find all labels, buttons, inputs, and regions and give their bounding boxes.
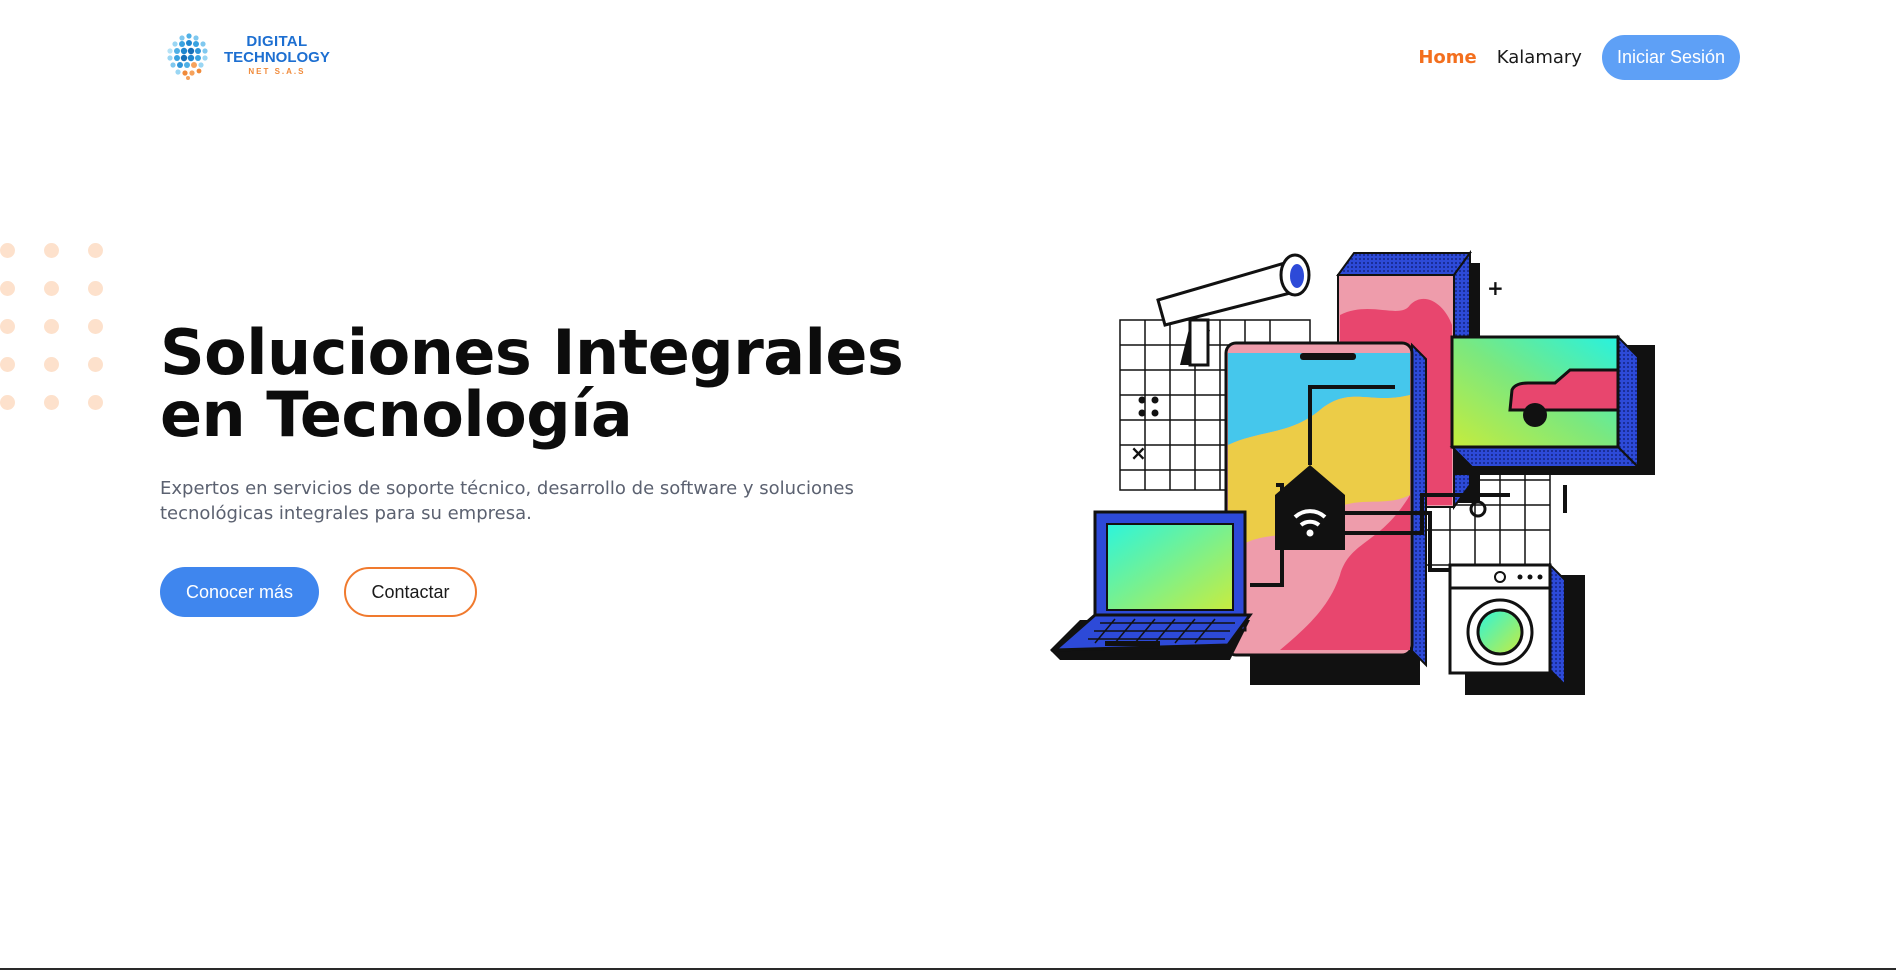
globe-dots-logo-icon bbox=[167, 33, 208, 80]
nav-link-home[interactable]: Home bbox=[1418, 47, 1476, 68]
decor-dot bbox=[88, 357, 103, 372]
site-header: DIGITAL TECHNOLOGY NET S.A.S Home Kalama… bbox=[0, 0, 1896, 116]
learn-more-button[interactable]: Conocer más bbox=[160, 567, 319, 617]
main-nav: Home Kalamary Iniciar Sesión bbox=[1418, 35, 1740, 80]
decor-dot bbox=[0, 395, 15, 410]
brand-line-3: NET S.A.S bbox=[248, 67, 306, 76]
decor-dot bbox=[44, 319, 59, 334]
hero-title: Soluciones Integrales en Tecnología bbox=[160, 316, 904, 451]
decor-dot bbox=[44, 395, 59, 410]
brand-logo[interactable]: DIGITAL TECHNOLOGY NET S.A.S bbox=[160, 28, 340, 82]
hero-subtitle: Expertos en servicios de soporte técnico… bbox=[160, 478, 854, 524]
decor-dot bbox=[0, 319, 15, 334]
decor-dot bbox=[0, 243, 15, 258]
decor-dot bbox=[88, 281, 103, 296]
brand-line-1: DIGITAL bbox=[246, 33, 308, 50]
svg-text:+: + bbox=[1487, 276, 1504, 300]
decor-dot bbox=[44, 281, 59, 296]
brand-wordmark: DIGITAL TECHNOLOGY NET S.A.S bbox=[224, 34, 330, 76]
decor-dot bbox=[44, 243, 59, 258]
decor-dot bbox=[88, 395, 103, 410]
brand-line-2: TECHNOLOGY bbox=[224, 49, 330, 66]
decorative-dot-grid bbox=[0, 243, 110, 413]
washing-machine bbox=[1448, 562, 1585, 695]
laptop bbox=[1050, 510, 1253, 660]
decor-dot bbox=[0, 281, 15, 296]
decor-dot bbox=[88, 243, 103, 258]
tech-devices-illustration: + + × bbox=[1050, 249, 1655, 695]
decor-dot bbox=[0, 357, 15, 372]
contact-button[interactable]: Contactar bbox=[344, 567, 477, 617]
svg-text:×: × bbox=[1130, 441, 1147, 465]
nav-link-kalamary[interactable]: Kalamary bbox=[1497, 47, 1582, 68]
decor-dot bbox=[44, 357, 59, 372]
login-button[interactable]: Iniciar Sesión bbox=[1601, 35, 1740, 80]
decor-dot bbox=[88, 319, 103, 334]
car-box bbox=[1449, 334, 1655, 475]
